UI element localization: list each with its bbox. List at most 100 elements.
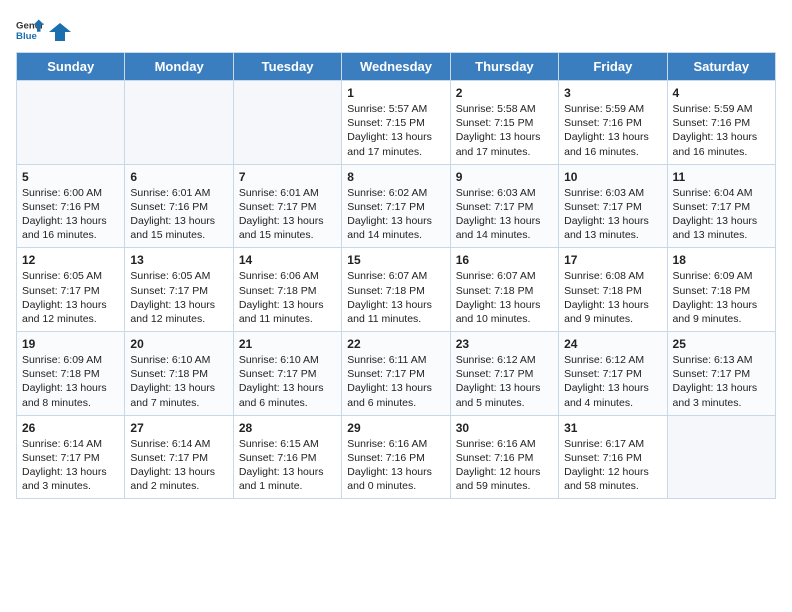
- day-info: Sunrise: 6:10 AM Sunset: 7:17 PM Dayligh…: [239, 353, 336, 410]
- day-number: 9: [456, 170, 553, 184]
- calendar-cell: [667, 415, 775, 499]
- day-info: Sunrise: 5:59 AM Sunset: 7:16 PM Dayligh…: [564, 102, 661, 159]
- calendar-cell: 11Sunrise: 6:04 AM Sunset: 7:17 PM Dayli…: [667, 164, 775, 248]
- day-info: Sunrise: 6:08 AM Sunset: 7:18 PM Dayligh…: [564, 269, 661, 326]
- col-header-thursday: Thursday: [450, 53, 558, 81]
- day-info: Sunrise: 6:16 AM Sunset: 7:16 PM Dayligh…: [347, 437, 444, 494]
- day-number: 23: [456, 337, 553, 351]
- day-number: 27: [130, 421, 227, 435]
- day-number: 7: [239, 170, 336, 184]
- calendar-cell: 6 Sunrise: 6:01 AM Sunset: 7:16 PM Daylig…: [125, 164, 233, 248]
- day-number: 30: [456, 421, 553, 435]
- logo-icon: General Blue: [16, 16, 44, 44]
- logo: General Blue: [16, 16, 72, 44]
- calendar-cell: 30 Sunrise: 6:16 AM Sunset: 7:16 PM Dayli…: [450, 415, 558, 499]
- calendar-cell: 24Sunrise: 6:12 AM Sunset: 7:17 PM Dayli…: [559, 332, 667, 416]
- calendar-cell: 4 Sunrise: 5:59 AM Sunset: 7:16 PM Daylig…: [667, 81, 775, 165]
- day-number: 5: [22, 170, 119, 184]
- day-info: Sunrise: 6:01 AM Sunset: 7:16 PM Dayligh…: [130, 186, 227, 243]
- day-number: 18: [673, 253, 770, 267]
- calendar-cell: [125, 81, 233, 165]
- day-info: Sunrise: 6:03 AM Sunset: 7:17 PM Dayligh…: [456, 186, 553, 243]
- calendar-cell: 25 Sunrise: 6:13 AM Sunset: 7:17 PM Dayli…: [667, 332, 775, 416]
- day-number: 25: [673, 337, 770, 351]
- day-number: 2: [456, 86, 553, 100]
- day-number: 10: [564, 170, 661, 184]
- calendar-cell: 21 Sunrise: 6:10 AM Sunset: 7:17 PM Dayli…: [233, 332, 341, 416]
- calendar-cell: 31Sunrise: 6:17 AM Sunset: 7:16 PM Dayli…: [559, 415, 667, 499]
- day-number: 21: [239, 337, 336, 351]
- calendar-cell: 27 Sunrise: 6:14 AM Sunset: 7:17 PM Dayli…: [125, 415, 233, 499]
- day-info: Sunrise: 5:59 AM Sunset: 7:16 PM Dayligh…: [673, 102, 770, 159]
- day-number: 8: [347, 170, 444, 184]
- day-info: Sunrise: 6:14 AM Sunset: 7:17 PM Dayligh…: [130, 437, 227, 494]
- calendar-cell: 29 Sunrise: 6:16 AM Sunset: 7:16 PM Dayli…: [342, 415, 450, 499]
- page-header: General Blue: [16, 16, 776, 44]
- day-info: Sunrise: 6:16 AM Sunset: 7:16 PM Dayligh…: [456, 437, 553, 494]
- calendar-cell: 18 Sunrise: 6:09 AM Sunset: 7:18 PM Dayli…: [667, 248, 775, 332]
- day-info: Sunrise: 6:09 AM Sunset: 7:18 PM Dayligh…: [673, 269, 770, 326]
- col-header-sunday: Sunday: [17, 53, 125, 81]
- calendar-cell: 19 Sunrise: 6:09 AM Sunset: 7:18 PM Dayli…: [17, 332, 125, 416]
- day-info: Sunrise: 6:02 AM Sunset: 7:17 PM Dayligh…: [347, 186, 444, 243]
- calendar-cell: 10 Sunrise: 6:03 AM Sunset: 7:17 PM Dayli…: [559, 164, 667, 248]
- day-info: Sunrise: 6:11 AM Sunset: 7:17 PM Dayligh…: [347, 353, 444, 410]
- day-info: Sunrise: 6:04 AM Sunset: 7:17 PM Dayligh…: [673, 186, 770, 243]
- day-info: Sunrise: 6:05 AM Sunset: 7:17 PM Dayligh…: [130, 269, 227, 326]
- calendar-cell: 8 Sunrise: 6:02 AM Sunset: 7:17 PM Daylig…: [342, 164, 450, 248]
- calendar-cell: 3 Sunrise: 5:59 AM Sunset: 7:16 PM Daylig…: [559, 81, 667, 165]
- calendar-cell: 12 Sunrise: 6:05 AM Sunset: 7:17 PM Dayli…: [17, 248, 125, 332]
- day-number: 4: [673, 86, 770, 100]
- day-number: 14: [239, 253, 336, 267]
- calendar-cell: 2Sunrise: 5:58 AM Sunset: 7:15 PM Daylig…: [450, 81, 558, 165]
- day-info: Sunrise: 6:12 AM Sunset: 7:17 PM Dayligh…: [456, 353, 553, 410]
- calendar-table: SundayMondayTuesdayWednesdayThursdayFrid…: [16, 52, 776, 499]
- day-info: Sunrise: 6:03 AM Sunset: 7:17 PM Dayligh…: [564, 186, 661, 243]
- calendar-cell: [233, 81, 341, 165]
- day-info: Sunrise: 6:13 AM Sunset: 7:17 PM Dayligh…: [673, 353, 770, 410]
- day-number: 20: [130, 337, 227, 351]
- day-number: 26: [22, 421, 119, 435]
- calendar-cell: 1 Sunrise: 5:57 AM Sunset: 7:15 PM Daylig…: [342, 81, 450, 165]
- svg-text:Blue: Blue: [16, 31, 37, 42]
- day-number: 24: [564, 337, 661, 351]
- col-header-friday: Friday: [559, 53, 667, 81]
- day-info: Sunrise: 6:09 AM Sunset: 7:18 PM Dayligh…: [22, 353, 119, 410]
- calendar-cell: 5 Sunrise: 6:00 AM Sunset: 7:16 PM Daylig…: [17, 164, 125, 248]
- day-number: 19: [22, 337, 119, 351]
- day-info: Sunrise: 6:10 AM Sunset: 7:18 PM Dayligh…: [130, 353, 227, 410]
- col-header-tuesday: Tuesday: [233, 53, 341, 81]
- week-row-5: 26 Sunrise: 6:14 AM Sunset: 7:17 PM Dayli…: [17, 415, 776, 499]
- calendar-cell: 9 Sunrise: 6:03 AM Sunset: 7:17 PM Daylig…: [450, 164, 558, 248]
- day-info: Sunrise: 5:57 AM Sunset: 7:15 PM Dayligh…: [347, 102, 444, 159]
- calendar-cell: 13Sunrise: 6:05 AM Sunset: 7:17 PM Dayli…: [125, 248, 233, 332]
- calendar-cell: 15Sunrise: 6:07 AM Sunset: 7:18 PM Dayli…: [342, 248, 450, 332]
- day-number: 12: [22, 253, 119, 267]
- day-number: 3: [564, 86, 661, 100]
- week-row-1: 1 Sunrise: 5:57 AM Sunset: 7:15 PM Daylig…: [17, 81, 776, 165]
- day-number: 6: [130, 170, 227, 184]
- calendar-cell: 17 Sunrise: 6:08 AM Sunset: 7:18 PM Dayli…: [559, 248, 667, 332]
- day-info: Sunrise: 6:00 AM Sunset: 7:16 PM Dayligh…: [22, 186, 119, 243]
- day-info: Sunrise: 6:15 AM Sunset: 7:16 PM Dayligh…: [239, 437, 336, 494]
- week-row-3: 12 Sunrise: 6:05 AM Sunset: 7:17 PM Dayli…: [17, 248, 776, 332]
- day-number: 17: [564, 253, 661, 267]
- calendar-cell: 16Sunrise: 6:07 AM Sunset: 7:18 PM Dayli…: [450, 248, 558, 332]
- day-info: Sunrise: 6:01 AM Sunset: 7:17 PM Dayligh…: [239, 186, 336, 243]
- day-number: 22: [347, 337, 444, 351]
- day-info: Sunrise: 6:07 AM Sunset: 7:18 PM Dayligh…: [456, 269, 553, 326]
- calendar-cell: [17, 81, 125, 165]
- day-info: Sunrise: 6:05 AM Sunset: 7:17 PM Dayligh…: [22, 269, 119, 326]
- week-row-4: 19 Sunrise: 6:09 AM Sunset: 7:18 PM Dayli…: [17, 332, 776, 416]
- day-info: Sunrise: 6:14 AM Sunset: 7:17 PM Dayligh…: [22, 437, 119, 494]
- day-number: 1: [347, 86, 444, 100]
- day-number: 31: [564, 421, 661, 435]
- col-header-wednesday: Wednesday: [342, 53, 450, 81]
- day-number: 29: [347, 421, 444, 435]
- day-info: Sunrise: 6:07 AM Sunset: 7:18 PM Dayligh…: [347, 269, 444, 326]
- week-row-2: 5 Sunrise: 6:00 AM Sunset: 7:16 PM Daylig…: [17, 164, 776, 248]
- calendar-cell: 22 Sunrise: 6:11 AM Sunset: 7:17 PM Dayli…: [342, 332, 450, 416]
- calendar-cell: 26 Sunrise: 6:14 AM Sunset: 7:17 PM Dayli…: [17, 415, 125, 499]
- day-number: 28: [239, 421, 336, 435]
- logo-flag-icon: [49, 21, 71, 43]
